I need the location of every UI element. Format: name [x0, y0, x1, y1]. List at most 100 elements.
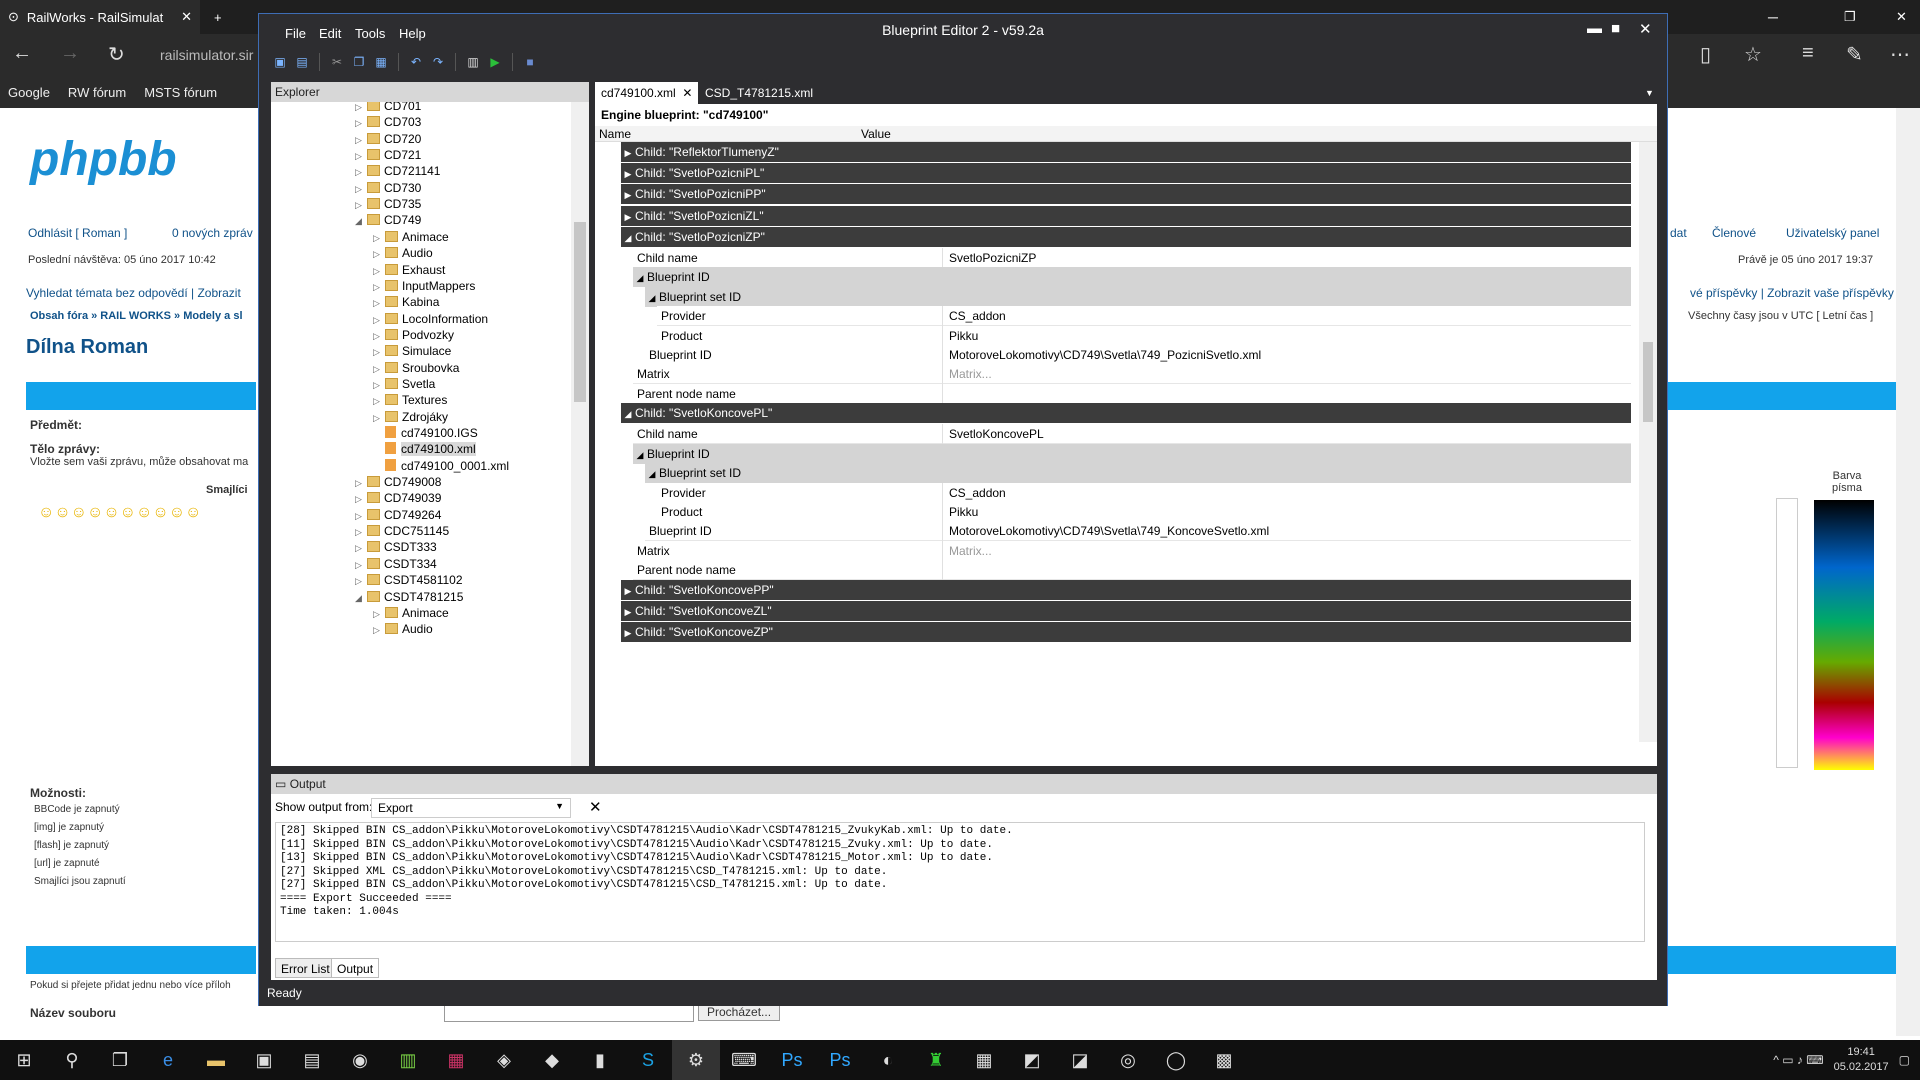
skype-icon[interactable]: S	[624, 1040, 672, 1080]
reading-view-icon[interactable]: ▯	[1700, 42, 1711, 67]
group-row[interactable]: ◢ Blueprint ID	[633, 443, 1631, 465]
page-scrollbar[interactable]	[1896, 108, 1920, 1036]
tab-csd-t4781215[interactable]: CSD_T4781215.xml	[699, 82, 819, 104]
back-arrow-icon[interactable]: ←	[12, 42, 32, 65]
output-source-dropdown[interactable]: Export ▼	[371, 798, 571, 818]
file-explorer-icon[interactable]: ▬	[192, 1040, 240, 1080]
property-row[interactable]: Product Pikku	[657, 325, 1631, 346]
paste-icon[interactable]: ▦	[372, 53, 390, 71]
color-palette[interactable]	[1814, 500, 1874, 770]
expand-arrow-icon[interactable]: ◢	[355, 588, 367, 608]
app-icon-8[interactable]: ◪	[1056, 1040, 1104, 1080]
property-value[interactable]: Matrix...	[945, 364, 992, 384]
search-icon[interactable]: ⚲	[48, 1040, 96, 1080]
collapsed-triangle-icon[interactable]: ▶	[621, 185, 635, 205]
hub-icon[interactable]: ≡	[1802, 42, 1814, 65]
address-bar[interactable]: railsimulator.sir	[160, 42, 253, 68]
menu-help[interactable]: Help	[399, 26, 426, 41]
group-row[interactable]: ◢ Blueprint ID	[633, 267, 1631, 288]
photoshop-icon-2[interactable]: Ps	[816, 1040, 864, 1080]
property-value[interactable]: CS_addon	[945, 483, 1006, 503]
app-icon-7[interactable]: ◩	[1008, 1040, 1056, 1080]
redo-icon[interactable]: ↷	[429, 53, 447, 71]
collapsed-triangle-icon[interactable]: ▶	[621, 623, 635, 643]
property-row[interactable]: Blueprint ID MotoroveLokomotivy\CD749\Sve…	[645, 521, 1631, 542]
tab-error-list[interactable]: Error List	[275, 958, 336, 978]
property-value[interactable]: MotoroveLokomotivy\CD749\Svetla\749_Konc…	[945, 521, 1269, 541]
clear-output-icon[interactable]: ✕	[589, 798, 602, 816]
collapse-arrow-icon[interactable]: ▷	[373, 620, 385, 640]
collapsed-triangle-icon[interactable]: ▶	[621, 164, 635, 184]
property-row[interactable]: Matrix Matrix...	[633, 540, 1631, 561]
menu-edit[interactable]: Edit	[319, 26, 341, 41]
new-messages-link[interactable]: 0 nových zpráv	[172, 226, 253, 240]
close-tab-icon[interactable]: ✕	[682, 86, 692, 100]
property-row[interactable]: Provider CS_addon	[657, 482, 1631, 503]
more-icon[interactable]: ⋯	[1890, 42, 1910, 67]
favorite-star-icon[interactable]: ☆	[1744, 42, 1762, 67]
stop-icon[interactable]: ■	[521, 53, 539, 71]
child-section-row[interactable]: ▶ Child: "SvetloPozicniPP"	[621, 184, 1631, 205]
own-posts-links[interactable]: vé příspěvky | Zobrazit vaše příspěvky	[1690, 286, 1894, 300]
property-row[interactable]: Blueprint ID MotoroveLokomotivy\CD749\Sve…	[645, 345, 1631, 365]
store-icon[interactable]: ▣	[240, 1040, 288, 1080]
close-icon[interactable]: ✕	[181, 9, 192, 25]
editor-minimize-button[interactable]: ▬	[1587, 20, 1602, 37]
new-tab-button[interactable]: +	[206, 0, 230, 34]
app-icon-6[interactable]: ♜	[912, 1040, 960, 1080]
property-row[interactable]: Child name SvetloKoncovePL	[633, 424, 1631, 445]
export-icon[interactable]: ▥	[464, 53, 482, 71]
expanded-triangle-icon[interactable]: ◢	[621, 228, 635, 248]
collapsed-triangle-icon[interactable]: ▶	[621, 602, 635, 622]
child-section-row[interactable]: ▶ Child: "SvetloKoncovePP"	[621, 579, 1631, 601]
group-row[interactable]: ◢ Blueprint set ID	[645, 286, 1631, 308]
collapse-icon[interactable]: ▭	[275, 777, 286, 791]
minimize-window-button[interactable]: ─	[1760, 0, 1786, 34]
save-all-icon[interactable]: ▤	[293, 53, 311, 71]
tray-icons[interactable]: ^ ▭ ♪ ⌨	[1773, 1053, 1823, 1067]
favorite-msts-forum[interactable]: MSTS fórum	[144, 85, 217, 100]
app-icon-9[interactable]: ◎	[1104, 1040, 1152, 1080]
browser-tab[interactable]: ⊙ RailWorks - RailSimulat ✕	[0, 0, 200, 34]
property-value[interactable]: CS_addon	[945, 306, 1006, 326]
property-value[interactable]: Pikku	[945, 502, 978, 522]
property-value[interactable]: Pikku	[945, 326, 978, 346]
tree-folder[interactable]: ▷ Audio	[373, 619, 433, 639]
smiley-icons[interactable]: ☺☺☺☺☺☺☺☺☺☺	[38, 504, 201, 522]
child-section-row[interactable]: ▶ Child: "SvetloPozicniZL"	[621, 205, 1631, 226]
property-row[interactable]: Matrix Matrix...	[633, 364, 1631, 385]
start-icon[interactable]: ⊞	[0, 1040, 48, 1080]
menu-tools[interactable]: Tools	[355, 26, 385, 41]
editor-close-button[interactable]: ✕	[1639, 20, 1652, 38]
property-row[interactable]: Child name SvetloPozicniZP	[633, 248, 1631, 268]
members-link[interactable]: Členové	[1712, 226, 1756, 240]
collapsed-triangle-icon[interactable]: ▶	[621, 143, 635, 163]
property-value[interactable]: SvetloPozicniZP	[945, 248, 1036, 268]
breadcrumb[interactable]: Obsah fóra » RAIL WORKS » Modely a sl	[30, 310, 243, 322]
collapsed-triangle-icon[interactable]: ▶	[621, 581, 635, 601]
close-window-button[interactable]: ✕	[1888, 0, 1915, 34]
note-icon[interactable]: ✎	[1846, 42, 1863, 67]
expanded-triangle-icon[interactable]: ◢	[633, 445, 647, 465]
favorite-rw-forum[interactable]: RW fórum	[68, 85, 126, 100]
notepad-icon[interactable]: ▥	[384, 1040, 432, 1080]
tab-cd749100[interactable]: cd749100.xml ✕	[595, 82, 699, 104]
refresh-icon[interactable]: ↻	[108, 42, 125, 67]
calculator-icon[interactable]: ▦	[960, 1040, 1008, 1080]
nav-link-1[interactable]: dat	[1670, 226, 1687, 240]
app-icon-10[interactable]: ◯	[1152, 1040, 1200, 1080]
explorer-scrollbar[interactable]	[571, 102, 589, 766]
property-row[interactable]: Product Pikku	[657, 502, 1631, 522]
notifications-icon[interactable]: ▢	[1899, 1053, 1910, 1067]
photoshop-icon[interactable]: Ps	[768, 1040, 816, 1080]
task-view-icon[interactable]: ❐	[96, 1040, 144, 1080]
child-section-row[interactable]: ▶ Child: "ReflektorTlumenyZ"	[621, 142, 1631, 162]
keyboard-icon[interactable]: ⌨	[720, 1040, 768, 1080]
group-row[interactable]: ◢ Blueprint set ID	[645, 463, 1631, 484]
property-value[interactable]: MotoroveLokomotivy\CD749\Svetla\749_Pozi…	[945, 345, 1261, 365]
maximize-window-button[interactable]: ❐	[1836, 0, 1864, 34]
grid-scrollbar[interactable]	[1639, 142, 1657, 742]
editor-maximize-button[interactable]: ■	[1611, 20, 1620, 37]
forward-arrow-icon[interactable]: →	[60, 42, 80, 65]
expanded-triangle-icon[interactable]: ◢	[645, 288, 659, 308]
